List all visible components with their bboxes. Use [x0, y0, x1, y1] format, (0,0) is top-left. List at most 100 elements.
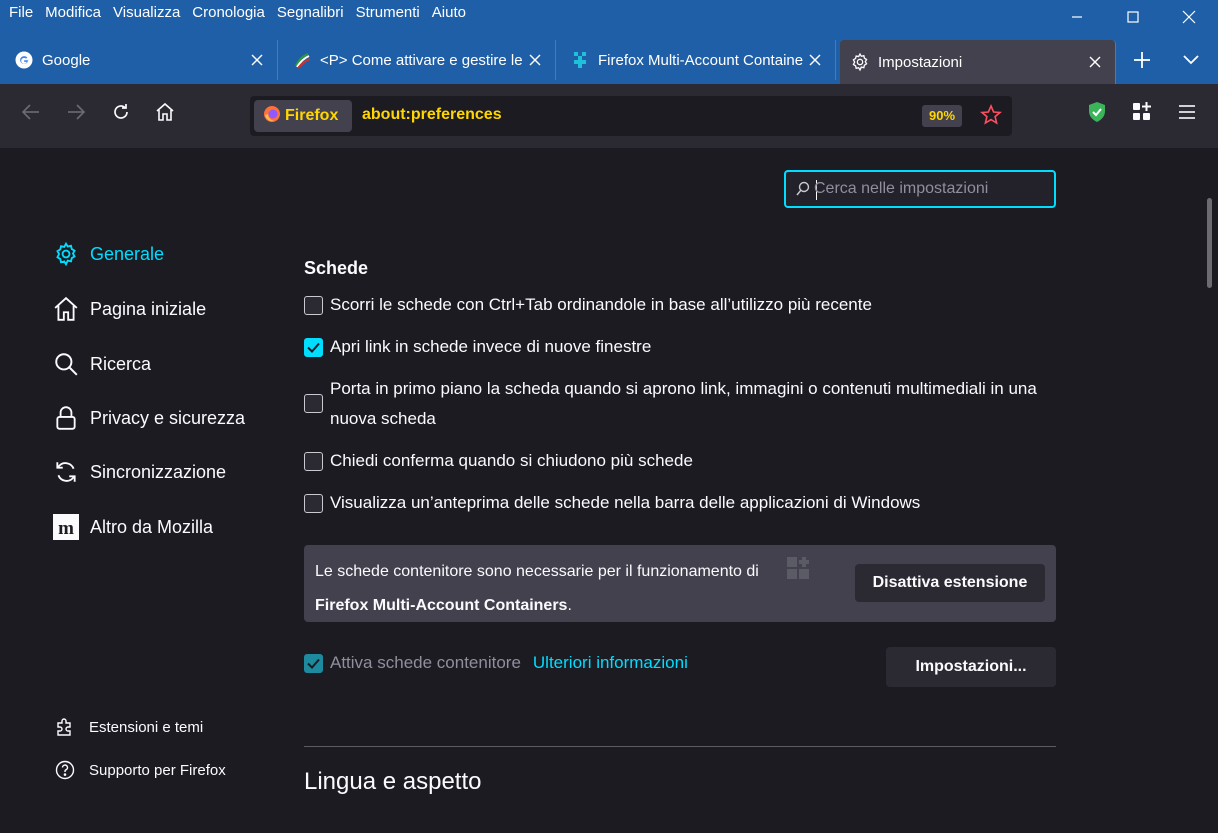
- gear-icon: [850, 52, 870, 72]
- tab-label: Google: [42, 51, 91, 69]
- category-label: Sincronizzazione: [90, 461, 227, 482]
- category-ricerca[interactable]: Ricerca: [52, 350, 151, 378]
- menu-aiuto[interactable]: Aiuto: [426, 3, 472, 23]
- identity-label: Firefox: [285, 107, 339, 124]
- menu-cronologia[interactable]: Cronologia: [186, 3, 271, 23]
- mozilla-icon: m: [52, 513, 80, 541]
- forward-button[interactable]: [60, 96, 92, 128]
- close-tab-icon[interactable]: [1083, 50, 1107, 74]
- container-settings-button[interactable]: Impostazioni...: [886, 647, 1056, 687]
- option-label-line2: nuova scheda: [330, 409, 436, 428]
- extension-icon: [786, 556, 810, 585]
- tab-strip: Google <P> Come attivare e gestire le Fi…: [0, 40, 1218, 84]
- option-open-links-in-tabs[interactable]: Apri link in schede invece di nuove fine…: [304, 332, 651, 362]
- chevron-down-icon[interactable]: [1171, 40, 1211, 80]
- extensions-icon[interactable]: [1126, 96, 1158, 128]
- menu-segnalibri[interactable]: Segnalibri: [271, 3, 350, 23]
- learn-more-link[interactable]: Ulteriori informazioni: [533, 653, 688, 673]
- minimize-button[interactable]: [1049, 0, 1105, 34]
- tab-article[interactable]: <P> Come attivare e gestire le: [282, 40, 556, 80]
- menu-file[interactable]: File: [3, 3, 39, 23]
- category-pagina-iniziale[interactable]: Pagina iniziale: [52, 295, 206, 323]
- close-window-button[interactable]: [1161, 0, 1217, 34]
- close-tab-icon[interactable]: [523, 48, 547, 72]
- firefox-logo-icon: [263, 105, 281, 128]
- category-generale[interactable]: Generale: [52, 240, 164, 268]
- back-button[interactable]: [15, 96, 47, 128]
- category-sincronizzazione[interactable]: Sincronizzazione: [52, 458, 226, 486]
- option-label-block: Porta in primo piano la scheda quando si…: [330, 374, 1037, 434]
- checkbox[interactable]: [304, 494, 323, 513]
- option-switch-to-new-tab[interactable]: Porta in primo piano la scheda quando si…: [304, 374, 1056, 434]
- maximize-button[interactable]: [1105, 0, 1161, 34]
- search-input[interactable]: [814, 177, 1050, 201]
- footer-extensions[interactable]: Estensioni e temi: [54, 716, 203, 738]
- extension-notice: Le schede contenitore sono necessarie pe…: [304, 545, 1056, 622]
- home-button[interactable]: [149, 96, 181, 128]
- option-label: Apri link in schede invece di nuove fine…: [330, 337, 652, 356]
- menu-icon[interactable]: [1171, 96, 1203, 128]
- option-label: Chiedi conferma quando si chiudono più s…: [330, 451, 693, 470]
- option-taskbar-previews[interactable]: Visualizza un’anteprima delle schede nel…: [304, 488, 920, 518]
- search-icon: [796, 181, 810, 196]
- footer-label: Estensioni e temi: [89, 718, 204, 736]
- checkbox-checked[interactable]: [304, 338, 323, 357]
- section-divider: [304, 746, 1056, 747]
- option-ctrl-tab[interactable]: Scorri le schede con Ctrl+Tab ordinandol…: [304, 290, 872, 320]
- svg-text:m: m: [58, 518, 74, 539]
- checkbox[interactable]: [304, 452, 323, 471]
- puzzle-icon: [54, 716, 76, 738]
- category-label: Altro da Mozilla: [90, 516, 214, 537]
- preferences-page: Generale Pagina iniziale Ricerca Privacy…: [0, 148, 1218, 833]
- search-icon: [52, 350, 80, 378]
- home-icon: [52, 295, 80, 323]
- checkbox-checked-disabled: [304, 653, 323, 673]
- site-icon: [292, 50, 312, 70]
- tab-label: Firefox Multi-Account Containers: [598, 51, 803, 69]
- disable-extension-button[interactable]: Disattiva estensione: [855, 564, 1045, 602]
- close-tab-icon[interactable]: [245, 48, 269, 72]
- help-icon: [54, 759, 76, 781]
- navigation-bar: Firefox about:preferences 90%: [0, 84, 1218, 148]
- shield-extension-icon[interactable]: [1081, 96, 1113, 128]
- title-bar: File Modifica Visualizza Cronologia Segn…: [0, 0, 1218, 40]
- menu-modifica[interactable]: Modifica: [39, 3, 107, 23]
- url-bar[interactable]: Firefox about:preferences 90%: [250, 96, 1012, 136]
- category-label: Pagina iniziale: [90, 298, 207, 319]
- search-box[interactable]: [784, 170, 1056, 208]
- bookmark-star-icon[interactable]: [979, 103, 1003, 131]
- category-label: Generale: [90, 243, 165, 264]
- new-tab-button[interactable]: [1122, 40, 1162, 80]
- containers-label: Attiva schede contenitore: [330, 653, 521, 672]
- identity-box[interactable]: Firefox: [254, 100, 352, 132]
- checkbox[interactable]: [304, 296, 323, 315]
- reload-button[interactable]: [105, 96, 137, 128]
- tab-label: <P> Come attivare e gestire le: [320, 51, 523, 69]
- option-warn-close-tabs[interactable]: Chiedi conferma quando si chiudono più s…: [304, 446, 693, 476]
- lock-icon: [52, 404, 80, 432]
- category-label: Ricerca: [90, 353, 152, 374]
- checkbox[interactable]: [304, 394, 323, 413]
- category-mozilla[interactable]: m Altro da Mozilla: [52, 513, 213, 541]
- footer-label: Supporto per Firefox: [89, 761, 226, 779]
- notice-text: Le schede contenitore sono necessarie pe…: [315, 563, 759, 580]
- option-label: Visualizza un’anteprima delle schede nel…: [330, 493, 921, 512]
- menu-visualizza[interactable]: Visualizza: [107, 3, 186, 23]
- tab-google[interactable]: Google: [4, 40, 278, 80]
- notice-period: .: [567, 597, 572, 614]
- category-privacy[interactable]: Privacy e sicurezza: [52, 404, 245, 432]
- section-heading: Schede: [304, 258, 369, 278]
- menu-strumenti[interactable]: Strumenti: [350, 3, 426, 23]
- close-tab-icon[interactable]: [803, 48, 827, 72]
- extension-name: Firefox Multi-Account Containers: [315, 597, 568, 614]
- checkmark-icon: [307, 658, 320, 669]
- option-label: Porta in primo piano la scheda quando si…: [330, 379, 1037, 398]
- tab-containers[interactable]: Firefox Multi-Account Containers: [560, 40, 836, 80]
- zoom-indicator[interactable]: 90%: [922, 105, 963, 127]
- url-text[interactable]: about:preferences: [362, 106, 502, 124]
- containers-option: Attiva schede contenitore Ulteriori info…: [304, 653, 688, 673]
- checkmark-icon: [307, 342, 320, 353]
- tab-settings[interactable]: Impostazioni: [840, 40, 1116, 84]
- footer-support[interactable]: Supporto per Firefox: [54, 759, 226, 781]
- scrollbar[interactable]: [1207, 198, 1212, 288]
